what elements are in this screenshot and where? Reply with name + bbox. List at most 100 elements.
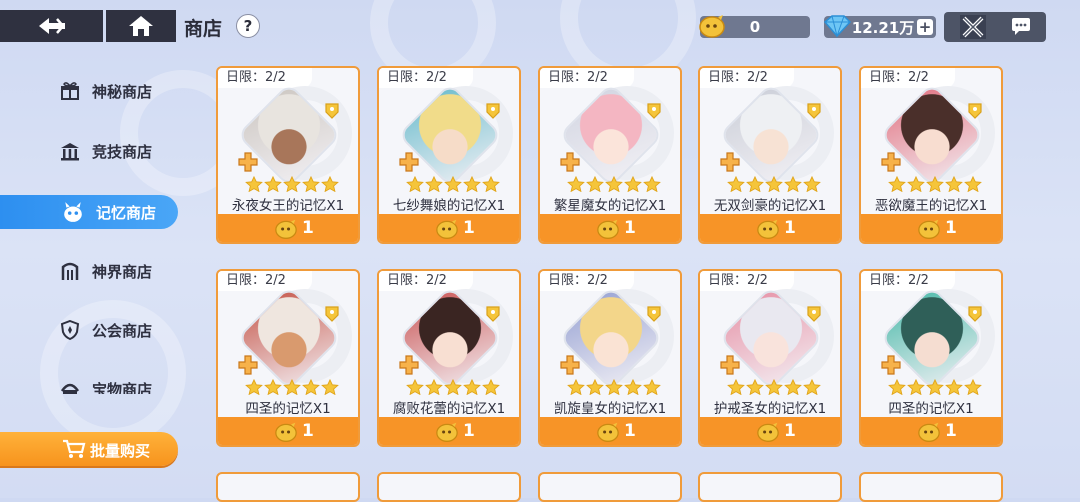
shop-item-card[interactable]: 日限：2/2 四圣的记忆X1 1: [216, 269, 360, 447]
star-rating: [242, 378, 342, 396]
memory-creature-icon: [64, 202, 82, 222]
price-bar[interactable]: 1: [379, 417, 519, 445]
home-button[interactable]: [106, 10, 176, 42]
star-icon: [406, 378, 424, 396]
sidebar-item-label: 神界商店: [92, 263, 153, 281]
item-name: 四圣的记忆X1: [888, 401, 974, 417]
star-icon: [907, 378, 925, 396]
item-name: 无双剑豪的记忆X1: [713, 198, 827, 214]
star-icon: [567, 175, 585, 193]
star-icon: [444, 175, 462, 193]
star-rating: [724, 175, 824, 193]
memory-coin-icon: [435, 218, 459, 242]
item-price: 1: [784, 421, 796, 441]
shop-item-card[interactable]: 日限：2/2 四圣的记忆X1 1: [859, 269, 1003, 447]
star-icon: [765, 175, 783, 193]
shop-item-card[interactable]: 日限：2/2 永夜女王的记忆X1 1: [216, 66, 360, 244]
shop-item-card[interactable]: 日限：2/2 繁星魔女的记忆X1 1: [538, 66, 682, 244]
star-rating: [403, 378, 503, 396]
shop-item-card[interactable]: 日限：2/2 护戒圣女的记忆X1 1: [698, 269, 842, 447]
star-icon: [605, 378, 623, 396]
star-icon: [283, 175, 301, 193]
sidebar-item-mystery-shop[interactable]: 神秘商店: [0, 74, 178, 108]
item-price: 1: [624, 421, 636, 441]
price-bar[interactable]: 1: [861, 214, 1001, 242]
gate-icon: [61, 262, 79, 280]
rarity-tag-icon: [807, 103, 821, 119]
daily-limit: 日限：2/2: [379, 68, 473, 88]
sidebar-item-label: 宝物商店: [92, 381, 153, 394]
price-bar[interactable]: 1: [379, 214, 519, 242]
star-icon: [264, 175, 282, 193]
memory-coin-icon: [917, 421, 941, 445]
sidebar-item-label: 记忆商店: [96, 204, 157, 222]
rarity-tag-icon: [325, 306, 339, 322]
shop-item-card[interactable]: 日限：2/2 恶欲魔王的记忆X1 1: [859, 66, 1003, 244]
star-icon: [964, 175, 982, 193]
star-icon: [907, 175, 925, 193]
shop-item-card[interactable]: 日限：2/2 无双剑豪的记忆X1 1: [698, 66, 842, 244]
item-name: 七纱舞娘的记忆X1: [392, 198, 506, 214]
price-bar[interactable]: 1: [540, 417, 680, 445]
shop-item-card[interactable]: 日限：2/2 腐败花蕾的记忆X1 1: [377, 269, 521, 447]
star-icon: [567, 378, 585, 396]
star-rating: [885, 378, 985, 396]
star-icon: [945, 378, 963, 396]
price-bar[interactable]: 1: [540, 214, 680, 242]
star-icon: [463, 175, 481, 193]
plus-icon: [881, 355, 901, 375]
plus-icon: [399, 152, 419, 172]
back-button[interactable]: [0, 10, 103, 42]
daily-limit: 日限：2/2: [218, 68, 312, 88]
back-arrow-icon: [38, 18, 65, 34]
bulk-buy-button[interactable]: 批量购买: [0, 432, 178, 466]
star-icon: [926, 378, 944, 396]
star-icon: [727, 175, 745, 193]
star-icon: [727, 378, 745, 396]
help-button[interactable]: ?: [236, 14, 260, 38]
star-icon: [482, 378, 500, 396]
star-icon: [482, 175, 500, 193]
item-price: 1: [624, 218, 636, 238]
memory-coin-icon: [435, 421, 459, 445]
star-icon: [945, 175, 963, 193]
memory-coin-icon: [274, 218, 298, 242]
sidebar-item-memory-shop[interactable]: 记忆商店: [0, 195, 178, 229]
price-bar[interactable]: 1: [700, 417, 840, 445]
price-bar[interactable]: 1: [218, 417, 358, 445]
star-icon: [643, 378, 661, 396]
memory-coin-icon: [596, 218, 620, 242]
sidebar-item-label: 竞技商店: [92, 143, 153, 161]
star-icon: [302, 378, 320, 396]
sidebar-item-divine-shop[interactable]: 神界商店: [0, 254, 178, 288]
price-bar[interactable]: 1: [700, 214, 840, 242]
star-icon: [803, 175, 821, 193]
star-icon: [283, 378, 301, 396]
shop-item-card[interactable]: 日限：2/2 凯旋皇女的记忆X1 1: [538, 269, 682, 447]
plus-icon: [238, 152, 258, 172]
plus-icon: [720, 355, 740, 375]
crossed-tools-icon[interactable]: [958, 14, 988, 40]
chat-bubble-icon[interactable]: [1010, 17, 1032, 37]
star-icon: [888, 175, 906, 193]
price-bar[interactable]: 1: [861, 417, 1001, 445]
sidebar-item-arena-shop[interactable]: 竞技商店: [0, 134, 178, 168]
plus-icon: [560, 355, 580, 375]
daily-limit: 日限：2/2: [540, 68, 634, 88]
sidebar-item-guild-shop[interactable]: 公会商店: [0, 313, 178, 347]
rarity-tag-icon: [647, 103, 661, 119]
memory-coin-icon: [756, 218, 780, 242]
add-gem-button[interactable]: +: [917, 19, 933, 35]
star-icon: [302, 175, 320, 193]
price-bar[interactable]: 1: [218, 214, 358, 242]
star-icon: [321, 378, 339, 396]
coin-amount: 0: [749, 18, 761, 36]
memory-coin-icon: [756, 421, 780, 445]
sidebar-item-treasure-shop[interactable]: 宝物商店: [0, 372, 178, 394]
item-name: 护戒圣女的记忆X1: [713, 401, 827, 417]
item-name: 凯旋皇女的记忆X1: [553, 401, 667, 417]
star-icon: [803, 378, 821, 396]
star-icon: [264, 378, 282, 396]
sidebar-item-label: 公会商店: [92, 322, 153, 340]
shop-item-card[interactable]: 日限：2/2 七纱舞娘的记忆X1 1: [377, 66, 521, 244]
